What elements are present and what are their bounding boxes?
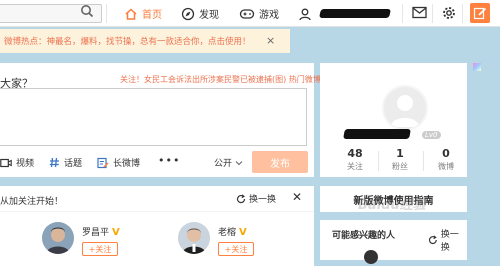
recommend-card: 从加关注开始！ 换一换 ✕ 罗昌平 V +关注 老榕 V +关注 [0,186,314,266]
nav-home-label: 首页 [142,10,162,21]
interest-refresh-button[interactable]: 换一换 [428,227,467,253]
interest-title: 可能感兴趣的人 [332,231,396,241]
stat-fans[interactable]: 1 粉丝 [380,147,420,172]
compass-icon [181,7,195,20]
visibility-label: 公开 [214,159,233,169]
divider [423,151,424,171]
gear-icon[interactable] [442,6,456,23]
nav-profile[interactable] [298,5,391,22]
stat-fans-count: 1 [396,147,404,160]
divider [432,4,433,23]
tool-article-label: 长微博 [113,159,141,169]
home-icon [125,7,137,20]
recommended-user-name-text[interactable]: 老榕 [218,228,236,238]
hot-weibo-link[interactable]: 热门微博 [289,75,321,84]
nav-game[interactable]: 游戏 [239,5,279,22]
banner-close-button[interactable]: × [266,34,275,47]
recommend-close-button[interactable]: ✕ [292,190,302,204]
interest-card: 可能感兴趣的人 换一换 [320,220,467,264]
hot-banner[interactable]: 微博热点：神最名，爆料，找节操，总有一款适合你，点击使用！ × [0,29,290,53]
nav-discover-label: 发现 [199,10,219,21]
stat-weibo[interactable]: 0 微博 [426,147,466,172]
avatar[interactable] [42,222,74,254]
gamepad-icon [239,8,255,19]
recommend-refresh-label: 换一换 [249,195,277,205]
redacted-username [319,9,391,18]
divider [402,4,403,23]
divider [106,4,107,23]
edit-icon [473,7,487,20]
user-icon [299,8,311,20]
publisher-card: 大家？ 关注！女民工会诉法出所涉案民警已被逮捕(图) 热门微博 视频 话题 长微… [0,63,321,177]
avatar[interactable] [382,85,428,131]
compose-button[interactable] [470,3,490,23]
avatar[interactable] [178,222,210,254]
stat-weibo-label: 微博 [438,162,454,171]
chevron-down-icon [235,160,243,165]
tool-topic-label: 话题 [64,159,83,169]
recommended-user-name[interactable]: 罗昌平 V [82,225,120,238]
recommend-header: 从加关注开始！ 换一换 ✕ [0,186,314,212]
video-icon [0,158,12,167]
stat-weibo-count: 0 [442,147,450,160]
publish-button[interactable]: 发布 [252,151,308,173]
mail-icon[interactable] [412,6,427,22]
recommend-refresh-button[interactable]: 换一换 [236,192,276,205]
top-nav-bar: 首页 发现 游戏 [0,0,500,27]
post-textarea[interactable] [0,88,307,146]
recommend-title: 从加关注开始！ [0,197,64,207]
nav-home[interactable]: 首页 [124,5,162,22]
tool-video-label: 视频 [16,159,35,169]
recommended-user-name-text[interactable]: 罗昌平 [82,228,109,238]
search-icon[interactable] [80,4,98,22]
divider [462,4,463,23]
level-badge[interactable]: Lv0 [422,131,441,139]
interest-refresh-label: 换一换 [440,230,459,253]
verified-badge: V [239,227,247,238]
hashtag-icon [49,157,59,168]
avatar[interactable] [364,250,378,264]
hot-topic-text[interactable]: 关注！女民工会诉法出所涉案民警已被逮捕(图) [120,75,286,84]
tool-more[interactable]: ••• [158,154,180,167]
visibility-select[interactable]: 公开 [214,156,247,169]
tool-video[interactable]: 视频 [0,156,34,169]
stat-following[interactable]: 48 关注 [335,147,375,172]
divider [378,151,379,171]
nav-discover[interactable]: 发现 [181,5,219,22]
hot-topic-link[interactable]: 关注！女民工会诉法出所涉案民警已被逮捕(图) 热门微博 [120,74,321,85]
follow-button[interactable]: +关注 [82,242,118,256]
corner-decoration [473,63,481,71]
follow-button[interactable]: +关注 [218,242,254,256]
tool-topic[interactable]: 话题 [49,156,82,169]
banner-text[interactable]: 微博热点：神最名，爆料，找节操，总有一款适合你，点击使用！ [0,35,251,47]
redacted-profile-name [343,129,411,139]
stat-following-label: 关注 [347,162,363,171]
refresh-icon [428,235,437,244]
stat-following-count: 48 [347,147,363,160]
tool-article[interactable]: 长微博 [97,156,140,169]
stat-fans-label: 粉丝 [392,162,408,171]
guide-link[interactable]: 新版微博使用指南 [320,186,467,212]
article-icon [97,157,109,168]
recommended-user-name[interactable]: 老榕 V [218,225,247,238]
profile-card: Lv0 48 关注 1 粉丝 0 微博 [320,63,467,177]
nav-game-label: 游戏 [259,10,279,21]
verified-badge: V [112,227,120,238]
refresh-icon [236,193,246,203]
